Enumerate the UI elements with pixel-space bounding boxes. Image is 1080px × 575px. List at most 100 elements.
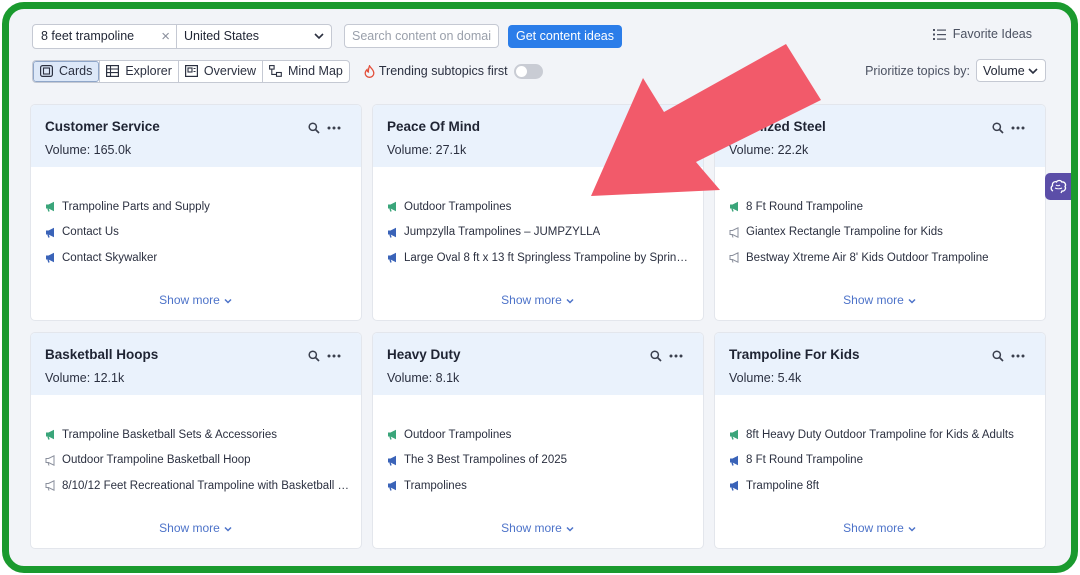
- topic-card: Customer Service Volume: 165.0k Trampoline…: [31, 105, 361, 320]
- clear-icon[interactable]: ×: [161, 28, 170, 45]
- show-more-link[interactable]: Show more: [715, 293, 1045, 307]
- overview-icon: [184, 65, 198, 77]
- show-more-label: Show more: [501, 293, 562, 307]
- search-icon[interactable]: [650, 350, 662, 362]
- megaphone-outline-icon: [45, 480, 55, 492]
- topic-card: Peace Of Mind Volume: 27.1k Outdoor Trampo…: [373, 105, 703, 320]
- idea-item-label: Trampoline Parts and Supply: [62, 200, 210, 213]
- chevron-down-icon: [224, 526, 232, 532]
- show-more-link[interactable]: Show more: [715, 521, 1045, 535]
- chevron-down-icon: [908, 526, 916, 532]
- idea-list: Trampoline Parts and Supply Contact Us Con…: [45, 194, 351, 271]
- app-window: 8 feet trampoline × United States Get co…: [2, 2, 1078, 573]
- idea-item[interactable]: Outdoor Trampolines: [387, 194, 693, 220]
- idea-list: 8 Ft Round Trampoline Giantex Rectangle T…: [729, 194, 1035, 271]
- idea-item-label: 8ft Heavy Duty Outdoor Trampoline for Ki…: [746, 428, 1014, 441]
- card-actions: [650, 350, 683, 362]
- card-actions: [992, 122, 1025, 134]
- keyword-input[interactable]: 8 feet trampoline ×: [32, 23, 177, 49]
- country-select[interactable]: United States: [177, 23, 332, 49]
- more-options-icon[interactable]: [327, 354, 341, 358]
- more-options-icon[interactable]: [669, 126, 683, 130]
- idea-item-label: Outdoor Trampoline Basketball Hoop: [62, 454, 251, 467]
- more-options-icon[interactable]: [1011, 126, 1025, 130]
- megaphone-icon: [388, 455, 396, 466]
- search-icon[interactable]: [992, 350, 1004, 362]
- idea-item-label: 8/10/12 Feet Recreational Trampoline wit…: [62, 479, 351, 492]
- card-volume: Volume: 165.0k: [45, 143, 132, 157]
- idea-item-label: The 3 Best Trampolines of 2025: [404, 454, 568, 467]
- idea-item[interactable]: Bestway Xtreme Air 8' Kids Outdoor Tramp…: [729, 245, 1035, 271]
- show-more-link[interactable]: Show more: [373, 521, 703, 535]
- tab-explorer[interactable]: Explorer: [99, 60, 178, 82]
- tab-overview[interactable]: Overview: [177, 60, 262, 82]
- trending-subtopics: Trending subtopics first: [364, 63, 543, 79]
- show-more-link[interactable]: Show more: [373, 293, 703, 307]
- card-volume: Volume: 12.1k: [45, 371, 125, 385]
- more-options-icon[interactable]: [1011, 354, 1025, 358]
- search-icon[interactable]: [650, 122, 662, 134]
- idea-item-label: Giantex Rectangle Trampoline for Kids: [746, 226, 943, 239]
- idea-item[interactable]: Trampoline Basketball Sets & Accessories: [45, 422, 351, 448]
- idea-item[interactable]: The 3 Best Trampolines of 2025: [387, 448, 693, 474]
- tab-label: Overview: [203, 64, 256, 78]
- more-options-icon[interactable]: [669, 354, 683, 358]
- idea-item[interactable]: Trampolines: [387, 473, 693, 499]
- show-more-link[interactable]: Show more: [31, 293, 361, 307]
- idea-item[interactable]: Contact Skywalker: [45, 245, 351, 271]
- prioritize-value: Volume: [983, 63, 1025, 78]
- idea-item[interactable]: Outdoor Trampolines: [387, 422, 693, 448]
- topic-card: Trampoline For Kids Volume: 5.4k 8ft Heavy…: [715, 333, 1045, 548]
- search-icon[interactable]: [308, 350, 320, 362]
- prioritize-control: Prioritize topics by: Volume: [865, 59, 1046, 82]
- side-panel-tab[interactable]: [1045, 173, 1071, 200]
- megaphone-icon: [730, 202, 738, 212]
- card-volume: Volume: 27.1k: [387, 143, 467, 157]
- idea-item[interactable]: Giantex Rectangle Trampoline for Kids: [729, 220, 1035, 246]
- topic-card: alvanized Steel Volume: 22.2k 8 Ft Round T…: [715, 105, 1045, 320]
- prioritize-select[interactable]: Volume: [976, 59, 1046, 82]
- view-tabs: Cards Explorer Overview Mind Map: [32, 59, 350, 83]
- tab-cards[interactable]: Cards: [33, 60, 100, 82]
- idea-item[interactable]: 8/10/12 Feet Recreational Trampoline wit…: [45, 473, 351, 499]
- show-more-label: Show more: [843, 293, 904, 307]
- mind-map-icon: [269, 65, 282, 77]
- idea-item[interactable]: Outdoor Trampoline Basketball Hoop: [45, 448, 351, 474]
- chevron-down-icon: [224, 298, 232, 304]
- megaphone-icon: [46, 253, 54, 263]
- tab-mind-map[interactable]: Mind Map: [261, 60, 349, 82]
- megaphone-icon: [46, 227, 54, 238]
- idea-item[interactable]: 8 Ft Round Trampoline: [729, 448, 1035, 474]
- card-volume: Volume: 22.2k: [729, 143, 809, 157]
- show-more-label: Show more: [159, 521, 220, 535]
- idea-item[interactable]: Jumpzylla Trampolines – JUMPZYLLA: [387, 220, 693, 246]
- card-header: Basketball Hoops Volume: 12.1k: [31, 333, 361, 395]
- megaphone-icon: [730, 430, 738, 440]
- idea-item[interactable]: Large Oval 8 ft x 13 ft Springless Tramp…: [387, 245, 693, 271]
- idea-item-label: Trampolines: [404, 479, 467, 492]
- idea-item[interactable]: 8 Ft Round Trampoline: [729, 194, 1035, 220]
- favorite-ideas-link[interactable]: Favorite Ideas: [932, 27, 1032, 41]
- idea-item[interactable]: Trampoline 8ft: [729, 473, 1035, 499]
- search-icon[interactable]: [308, 122, 320, 134]
- trending-toggle[interactable]: [513, 63, 543, 79]
- idea-item-label: Trampoline 8ft: [746, 479, 820, 492]
- megaphone-icon: [388, 227, 396, 238]
- idea-item[interactable]: 8ft Heavy Duty Outdoor Trampoline for Ki…: [729, 422, 1035, 448]
- idea-item-label: Outdoor Trampolines: [404, 200, 512, 213]
- search-icon[interactable]: [992, 122, 1004, 134]
- idea-item[interactable]: Trampoline Parts and Supply: [45, 194, 351, 220]
- flame-icon: [364, 64, 375, 78]
- get-content-ideas-button[interactable]: Get content ideas: [508, 24, 622, 48]
- more-options-icon[interactable]: [327, 126, 341, 130]
- idea-item-label: Large Oval 8 ft x 13 ft Springless Tramp…: [404, 251, 693, 264]
- domain-search-input[interactable]: [344, 24, 499, 48]
- show-more-label: Show more: [159, 293, 220, 307]
- idea-item-label: Trampoline Basketball Sets & Accessories: [62, 428, 277, 441]
- card-volume: Volume: 8.1k: [387, 371, 460, 385]
- idea-item-label: Outdoor Trampolines: [404, 428, 512, 441]
- show-more-link[interactable]: Show more: [31, 521, 361, 535]
- idea-list: Outdoor Trampolines Jumpzylla Trampolines…: [387, 194, 693, 271]
- keyword-value: 8 feet trampoline: [41, 29, 135, 43]
- idea-item[interactable]: Contact Us: [45, 220, 351, 246]
